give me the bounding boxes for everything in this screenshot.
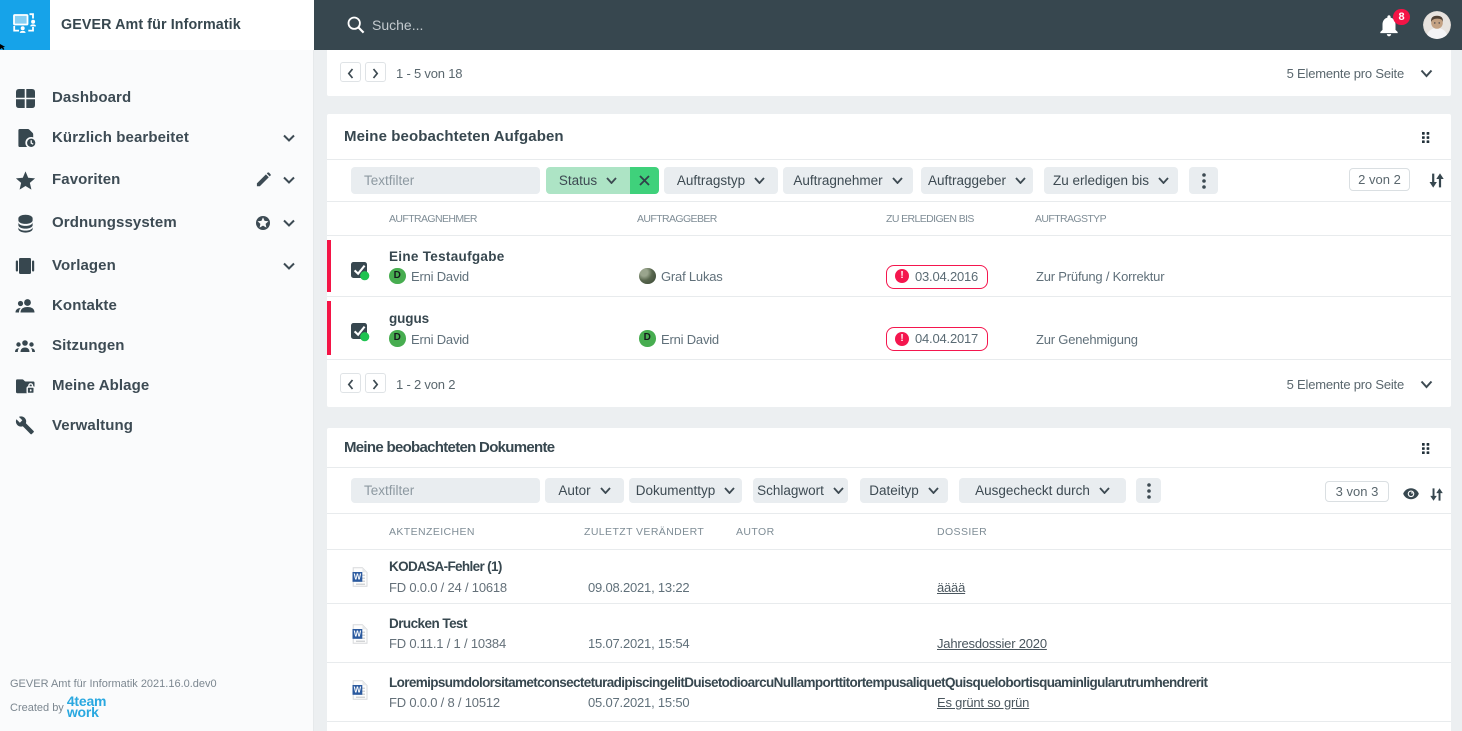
svg-text:W: W [354,573,362,582]
svg-text:W: W [354,686,362,695]
svg-text:W: W [354,630,362,639]
